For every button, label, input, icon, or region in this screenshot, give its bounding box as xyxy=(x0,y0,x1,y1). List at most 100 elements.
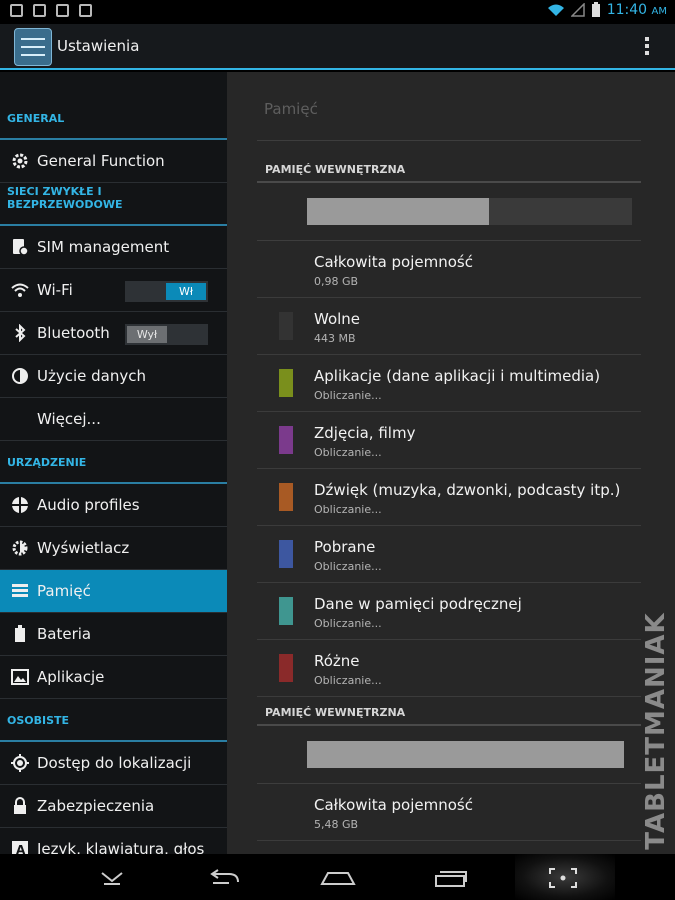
svg-text:A: A xyxy=(16,843,26,854)
storage-detail-pane: Pamięć PAMIĘĆ WEWNĘTRZNA Całkowita pojem… xyxy=(227,72,675,854)
sidebar-item-label: Bluetooth xyxy=(37,324,110,342)
wifi-icon xyxy=(0,282,37,298)
storage-usage-bar-2 xyxy=(307,741,624,768)
sidebar-item-display[interactable]: Wyświetlacz xyxy=(0,527,227,570)
storage-row-value: Obliczanie... xyxy=(314,674,382,687)
sidebar-item-language[interactable]: A Język, klawiatura, głos xyxy=(0,828,227,854)
gear-icon xyxy=(0,152,37,170)
sidebar-item-label: SIM management xyxy=(37,238,170,256)
screenshot-icon[interactable] xyxy=(548,867,578,889)
section-header-personal: OSOBISTE xyxy=(0,699,227,742)
storage-row[interactable]: Całkowita pojemność 5,48 GB xyxy=(257,784,641,841)
battery-status-icon xyxy=(591,2,600,17)
toggle-knob: Wł xyxy=(166,283,206,300)
sidebar-item-label: General Function xyxy=(37,152,165,170)
sidebar-item-label: Pamięć xyxy=(37,582,91,600)
location-icon xyxy=(0,754,37,772)
sidebar-item-data-usage[interactable]: Użycie danych xyxy=(0,355,227,398)
wifi-signal-icon xyxy=(547,4,564,16)
section-header-internal-storage-2: PAMIĘĆ WEWNĘTRZNA xyxy=(257,698,641,726)
bluetooth-toggle[interactable]: Wył xyxy=(125,324,208,345)
color-swatch xyxy=(279,369,293,397)
storage-row[interactable]: Dźwięk (muzyka, dzwonki, podcasty itp.) O… xyxy=(257,469,641,526)
color-swatch xyxy=(279,312,293,340)
status-bar: 11:40 AM xyxy=(0,0,675,24)
display-icon xyxy=(0,539,37,557)
storage-row[interactable]: Wolne 443 MB xyxy=(257,298,641,355)
storage-icon xyxy=(0,583,37,599)
storage-row-value: 0,98 GB xyxy=(314,275,359,288)
notification-icon xyxy=(33,4,46,17)
sidebar-item-wifi[interactable]: Wi-Fi Wł xyxy=(0,269,227,312)
sidebar-item-label: Dostęp do lokalizacji xyxy=(37,754,192,772)
wifi-toggle[interactable]: Wł xyxy=(125,281,208,302)
storage-row-title: Dane w pamięci podręcznej xyxy=(314,595,522,613)
storage-row-title: Wolne xyxy=(314,310,361,328)
section-header-general: GENERAL xyxy=(0,72,227,140)
hide-keyboard-icon[interactable] xyxy=(98,870,126,886)
storage-row[interactable]: Aplikacje (dane aplikacji i multimedia) O… xyxy=(257,355,641,412)
color-swatch xyxy=(279,540,293,568)
sidebar-item-storage[interactable]: Pamięć xyxy=(0,570,227,613)
sidebar-item-label: Zabezpieczenia xyxy=(37,797,155,815)
storage-row-title: Aplikacje (dane aplikacji i multimedia) xyxy=(314,367,601,385)
storage-row-title: Różne xyxy=(314,652,360,670)
storage-row-title: Całkowita pojemność xyxy=(314,796,473,814)
storage-usage-fill xyxy=(307,198,489,225)
storage-row-value: Obliczanie... xyxy=(314,560,382,573)
sidebar-item-label: Język, klawiatura, głos xyxy=(37,840,205,854)
section-header-networks: SIECI ZWYKŁE I BEZPRZEWODOWE xyxy=(0,183,227,226)
storage-row[interactable]: Pobrane Obliczanie... xyxy=(257,526,641,583)
sidebar-item-bluetooth[interactable]: Bluetooth Wył xyxy=(0,312,227,355)
apps-icon xyxy=(0,669,37,685)
storage-row-title: Całkowita pojemność xyxy=(314,253,473,271)
battery-icon xyxy=(0,625,37,643)
sidebar-item-security[interactable]: Zabezpieczenia xyxy=(0,785,227,828)
sidebar-item-label: Więcej... xyxy=(37,410,101,428)
back-icon[interactable] xyxy=(207,869,241,887)
sidebar-item-location[interactable]: Dostęp do lokalizacji xyxy=(0,742,227,785)
no-signal-icon xyxy=(570,3,585,17)
storage-usage-fill xyxy=(307,741,624,768)
storage-row[interactable]: Różne Obliczanie... xyxy=(257,640,641,697)
lock-icon xyxy=(0,797,37,815)
sidebar-item-label: Wyświetlacz xyxy=(37,539,130,557)
sidebar-item-battery[interactable]: Bateria xyxy=(0,613,227,656)
clock: 11:40 AM xyxy=(606,2,667,18)
storage-row[interactable]: Dane w pamięci podręcznej Obliczanie... xyxy=(257,583,641,640)
storage-row[interactable]: Całkowita pojemność 0,98 GB xyxy=(257,241,641,298)
navigation-bar xyxy=(0,854,675,900)
sidebar-item-audio-profiles[interactable]: Audio profiles xyxy=(0,484,227,527)
data-usage-icon xyxy=(0,367,37,385)
shop-notification-icon xyxy=(79,4,92,17)
overflow-menu-icon[interactable] xyxy=(645,37,651,58)
storage-row-title: Pobrane xyxy=(314,538,376,556)
color-swatch xyxy=(279,426,293,454)
sidebar-item-general-function[interactable]: General Function xyxy=(0,140,227,183)
pane-title: Pamięć xyxy=(264,100,318,118)
gallery-notification-icon xyxy=(10,4,23,17)
section-header-internal-storage: PAMIĘĆ WEWNĘTRZNA xyxy=(257,155,641,183)
sidebar-item-apps[interactable]: Aplikacje xyxy=(0,656,227,699)
color-swatch xyxy=(279,483,293,511)
sidebar-item-label: Aplikacje xyxy=(37,668,105,686)
home-icon[interactable] xyxy=(320,870,356,886)
download-notification-icon xyxy=(56,4,69,17)
sidebar-item-label: Audio profiles xyxy=(37,496,140,514)
recent-apps-icon[interactable] xyxy=(434,868,468,888)
storage-row[interactable]: Zdjęcia, filmy Obliczanie... xyxy=(257,412,641,469)
audio-profiles-icon xyxy=(0,496,37,514)
language-icon: A xyxy=(0,841,37,854)
bluetooth-icon xyxy=(0,324,37,342)
storage-row-value: Obliczanie... xyxy=(314,503,382,516)
storage-row-title: Zdjęcia, filmy xyxy=(314,424,416,442)
storage-row-value: 443 MB xyxy=(314,332,356,345)
sidebar-item-more[interactable]: Więcej... xyxy=(0,398,227,441)
sidebar-item-label: Wi-Fi xyxy=(37,281,73,299)
divider xyxy=(257,140,641,141)
color-swatch xyxy=(279,654,293,682)
sidebar-item-sim-management[interactable]: SIM management xyxy=(0,226,227,269)
storage-row-value: Obliczanie... xyxy=(314,389,382,402)
settings-app-icon[interactable] xyxy=(14,28,52,66)
watermark: TABLETMANIAK xyxy=(641,612,671,850)
